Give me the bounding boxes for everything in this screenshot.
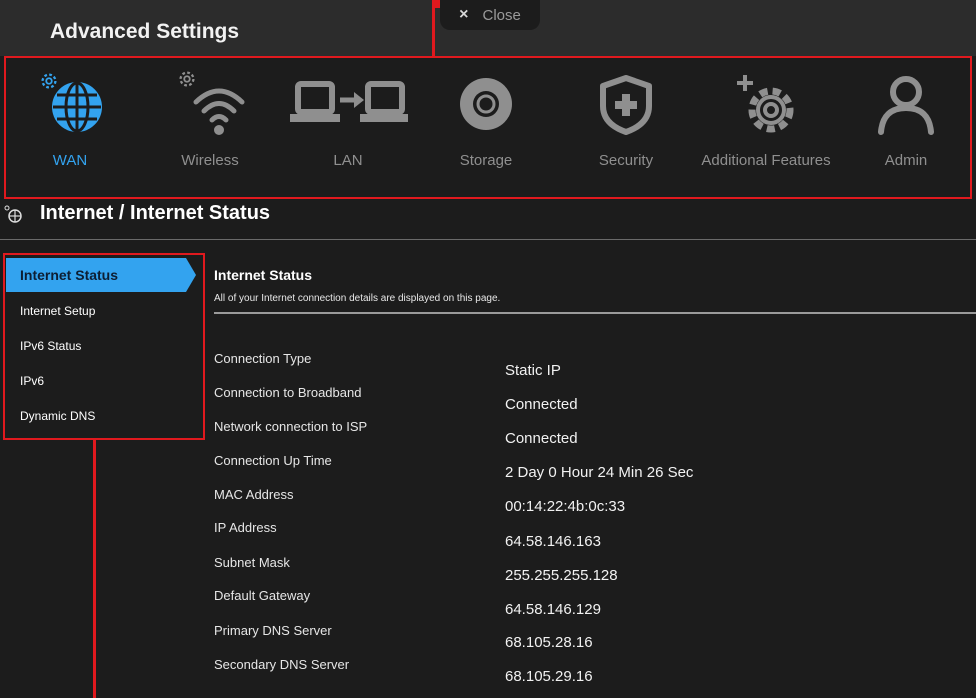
- close-icon: ×: [459, 6, 469, 23]
- close-label: Close: [482, 6, 521, 24]
- globe-icon: [4, 205, 22, 223]
- ip-address-value: 64.58.146.163: [505, 533, 601, 550]
- connection-type-label: Connection Type: [214, 351, 312, 366]
- broadband-connection-value: Connected: [505, 396, 578, 413]
- primary-dns-value: 68.105.28.16: [505, 634, 593, 651]
- isp-connection-value: Connected: [505, 430, 578, 447]
- content-subtitle: All of your Internet connection details …: [214, 293, 501, 304]
- mac-address-label: MAC Address: [214, 487, 294, 502]
- mac-address-value: 00:14:22:4b:0c:33: [505, 498, 626, 515]
- secondary-dns-label: Secondary DNS Server: [214, 657, 350, 672]
- annotation-line: [93, 440, 96, 698]
- annotation-box-nav: [4, 56, 972, 199]
- uptime-value: 2 Day 0 Hour 24 Min 26 Sec: [505, 464, 694, 481]
- page-title: Advanced Settings: [50, 20, 240, 43]
- divider: [214, 312, 976, 314]
- default-gateway-value: 64.58.146.129: [505, 601, 601, 618]
- content-title: Internet Status: [214, 267, 313, 283]
- primary-dns-label: Primary DNS Server: [214, 623, 332, 638]
- breadcrumb: Internet / Internet Status: [40, 202, 271, 224]
- divider: [0, 239, 976, 240]
- ip-address-label: IP Address: [214, 520, 277, 535]
- uptime-label: Connection Up Time: [214, 453, 332, 468]
- annotation-line: [432, 0, 435, 56]
- secondary-dns-value: 68.105.29.16: [505, 668, 593, 685]
- isp-connection-label: Network connection to ISP: [214, 419, 368, 434]
- broadband-connection-label: Connection to Broadband: [214, 385, 362, 400]
- close-button[interactable]: × Close: [440, 0, 540, 30]
- subnet-mask-value: 255.255.255.128: [505, 567, 618, 584]
- annotation-line: [432, 0, 440, 8]
- connection-type-value: Static IP: [505, 362, 561, 379]
- default-gateway-label: Default Gateway: [214, 588, 311, 603]
- subnet-mask-label: Subnet Mask: [214, 555, 290, 570]
- annotation-box-sidebar: [3, 253, 205, 440]
